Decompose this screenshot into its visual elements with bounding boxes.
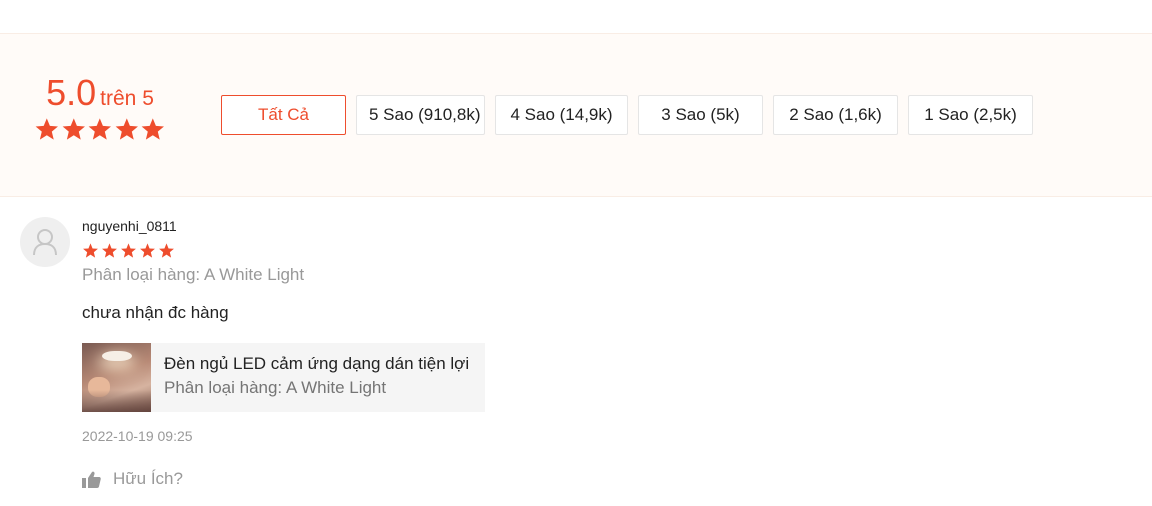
overall-rating: 5.0 trên 5 xyxy=(34,72,166,142)
rating-score: 5.0 xyxy=(46,72,97,113)
filter-all-button[interactable]: Tất Cả xyxy=(221,95,346,135)
star-icon xyxy=(88,118,112,140)
score-line: 5.0 trên 5 xyxy=(34,72,166,114)
review-item: nguyenhi_0811 Phân loại hàng: A White Li… xyxy=(0,197,1152,506)
helpful-label: Hữu Ích? xyxy=(113,469,183,488)
rating-summary-panel: 5.0 trên 5 Tất Cả 5 Sao (910,8k) 4 Sao (1… xyxy=(0,33,1152,197)
product-variation: Phân loại hàng: A White Light xyxy=(164,378,387,397)
user-icon xyxy=(33,229,57,256)
overall-rating-stars xyxy=(34,116,166,142)
star-icon xyxy=(62,118,85,140)
product-info: Đèn ngủ LED cảm ứng dạng dán tiện lợi Ph… xyxy=(151,343,485,412)
star-icon xyxy=(141,118,165,140)
review-timestamp: 2022-10-19 09:25 xyxy=(82,428,193,444)
avatar[interactable] xyxy=(20,217,70,267)
star-icon xyxy=(115,118,138,140)
product-thumbnail xyxy=(82,343,151,412)
filter-1-star-button[interactable]: 1 Sao (2,5k) xyxy=(908,95,1033,135)
star-icon xyxy=(121,243,136,258)
rating-filter-bar: Tất Cả 5 Sao (910,8k) 4 Sao (14,9k) 3 Sa… xyxy=(221,95,1043,135)
thumbnail-lamp xyxy=(102,351,132,361)
product-name: Đèn ngủ LED cảm ứng dạng dán tiện lợi xyxy=(164,354,470,373)
thumbs-up-icon xyxy=(82,471,101,488)
thumbnail-shade xyxy=(82,390,151,412)
helpful-button[interactable]: Hữu Ích? xyxy=(82,469,183,489)
filter-2-star-button[interactable]: 2 Sao (1,6k) xyxy=(773,95,898,135)
star-icon xyxy=(35,118,59,140)
filter-5-star-button[interactable]: 5 Sao (910,8k) xyxy=(356,95,485,135)
star-icon xyxy=(159,243,174,258)
review-rating-stars xyxy=(82,242,175,259)
reviewer-username[interactable]: nguyenhi_0811 xyxy=(82,218,177,234)
star-icon xyxy=(102,243,117,258)
star-icon xyxy=(83,243,98,258)
filter-3-star-button[interactable]: 3 Sao (5k) xyxy=(638,95,763,135)
review-product-variation: Phân loại hàng: A White Light xyxy=(82,265,305,284)
filter-4-star-button[interactable]: 4 Sao (14,9k) xyxy=(495,95,628,135)
product-card[interactable]: Đèn ngủ LED cảm ứng dạng dán tiện lợi Ph… xyxy=(82,343,485,412)
review-comment: chưa nhận đc hàng xyxy=(82,303,229,322)
rating-scale: trên 5 xyxy=(100,87,154,110)
star-icon xyxy=(140,243,155,258)
